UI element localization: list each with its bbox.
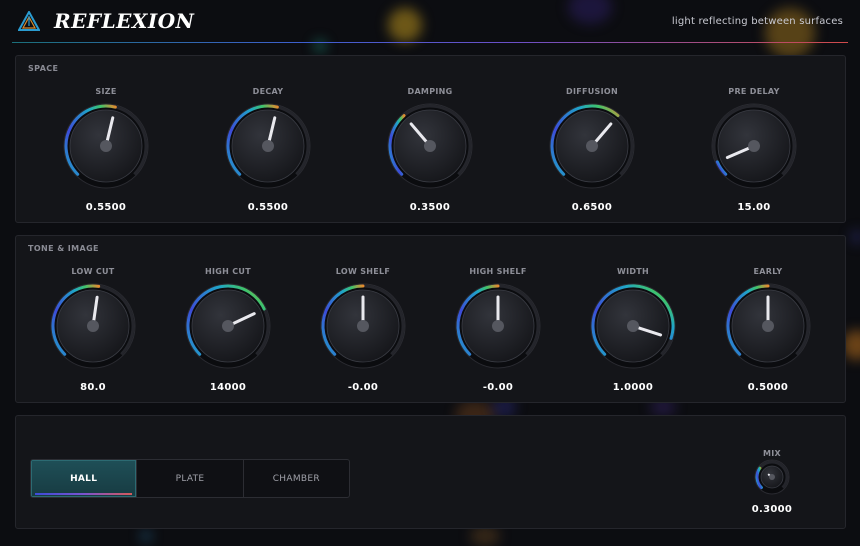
prism-triangle-icon [18,11,40,31]
high-shelf-knob[interactable] [451,279,545,373]
size-label: SIZE [95,87,117,96]
mode-chamber-label: CHAMBER [272,473,320,484]
header-bar: REFLEXION light reflecting between surfa… [0,0,860,44]
tone-section-title: TONE & IMAGE [28,244,99,253]
app-tagline: light reflecting between surfaces [671,16,843,27]
low-shelf-knob[interactable] [316,279,410,373]
mode-selector: HALL PLATE CHAMBER [30,459,350,498]
pre-delay-value: 15.00 [737,202,771,213]
early-knob[interactable] [721,279,815,373]
high-shelf-knob-hub [492,320,504,332]
bokeh-light [140,530,152,542]
mode-active-underline [35,493,133,495]
diffusion-knob-hub [586,140,598,152]
low-cut-label: LOW CUT [71,267,115,276]
low-cut-value: 80.0 [80,382,106,393]
high-cut-value: 14000 [209,382,247,393]
high-cut-knob-hub [222,320,234,332]
early-value: 0.5000 [747,382,789,393]
decay-label: DECAY [252,87,284,96]
diffusion-knob[interactable] [545,99,639,193]
mix-knob[interactable] [750,455,794,499]
decay-knob-hub [262,140,274,152]
width-knob-hub [627,320,639,332]
low-shelf-value: -0.00 [347,382,379,393]
damping-knob-hub [424,140,436,152]
mode-chamber-button[interactable]: CHAMBER [244,460,349,497]
early-label: EARLY [753,267,783,276]
low-cut-knob-hub [87,320,99,332]
high-cut-knob[interactable] [181,279,275,373]
damping-value: 0.3500 [409,202,451,213]
width-knob[interactable] [586,279,680,373]
app-title: REFLEXION [54,9,195,33]
pre-delay-knob-hub [748,140,760,152]
mode-hall-button[interactable]: HALL [31,460,138,497]
damping-knob[interactable] [383,99,477,193]
damping-label: DAMPING [407,87,453,96]
size-knob[interactable] [59,99,153,193]
diffusion-value: 0.6500 [571,202,613,213]
decay-value: 0.5500 [247,202,289,213]
mode-plate-button[interactable]: PLATE [137,460,244,497]
pre-delay-label: PRE DELAY [728,87,780,96]
high-shelf-value: -0.00 [482,382,514,393]
low-shelf-label: LOW SHELF [335,267,391,276]
bokeh-light [850,230,860,244]
high-shelf-label: HIGH SHELF [469,267,527,276]
size-knob-hub [100,140,112,152]
width-label: WIDTH [616,267,650,276]
size-value: 0.5500 [85,202,127,213]
diffusion-label: DIFFUSION [566,87,618,96]
high-cut-label: HIGH CUT [205,267,251,276]
mix-value: 0.3000 [751,504,793,515]
header-divider [12,42,848,43]
mix-label: MIX [762,449,781,458]
mode-plate-label: PLATE [175,473,205,484]
low-shelf-knob-hub [357,320,369,332]
early-knob-hub [762,320,774,332]
mix-knob-hub [769,474,775,480]
mode-hall-label: HALL [70,473,98,484]
width-value: 1.0000 [612,382,654,393]
bokeh-light [470,526,500,546]
decay-knob[interactable] [221,99,315,193]
space-section-title: SPACE [28,64,59,73]
low-cut-knob[interactable] [46,279,140,373]
pre-delay-knob[interactable] [707,99,801,193]
